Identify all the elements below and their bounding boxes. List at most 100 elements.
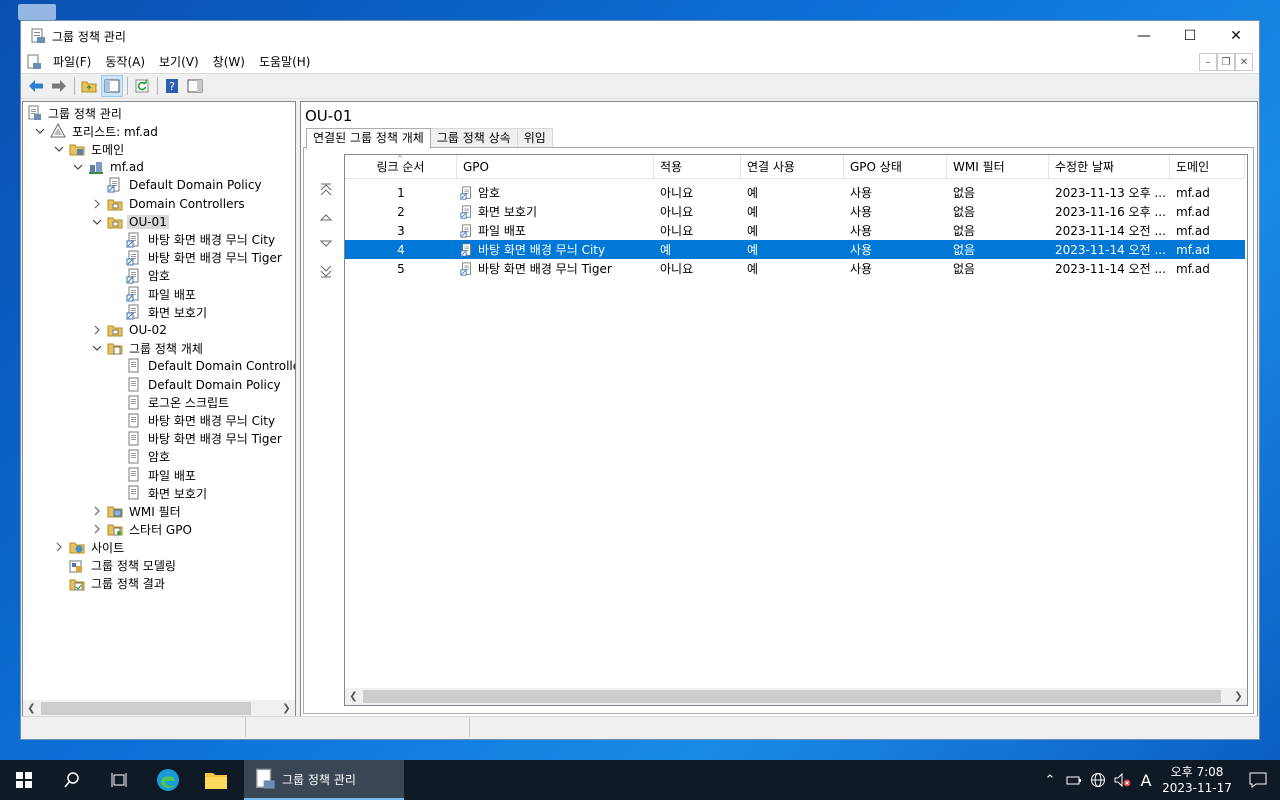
collapsed-chevron-icon[interactable] (90, 323, 104, 337)
tree-item[interactable]: Domain Controllers (90, 195, 247, 213)
move-down-button[interactable] (316, 230, 336, 257)
linked-gpo-list[interactable]: 링크 순서 ^ GPO 적용 연결 사용 GPO 상태 WMI 필터 수정한 날짜 도메인 1 암… (344, 154, 1248, 706)
list-horizontal-scrollbar[interactable]: ❮ ❯ (345, 688, 1247, 705)
table-row[interactable]: 3 파일 배포 아니요 예 사용 없음 2023-11-14 오전 ... mf.ad (345, 221, 1245, 240)
list-scroll-left-icon[interactable]: ❮ (345, 691, 362, 702)
tree-item[interactable]: 바탕 화면 배경 무늬 City (109, 412, 277, 430)
help-button[interactable]: ? (161, 75, 183, 97)
expanded-chevron-icon[interactable] (71, 160, 85, 174)
tree-item[interactable]: OU-02 (90, 321, 169, 339)
tree-item[interactable]: OU-01 (90, 213, 169, 231)
tree-item[interactable]: 암호 (109, 267, 172, 285)
tree-item[interactable]: 그룹 정책 모델링 (52, 557, 178, 575)
column-header[interactable]: GPO 상태 (844, 155, 947, 179)
tree-item[interactable]: 포리스트: mf.ad (33, 122, 160, 140)
move-up-button[interactable] (316, 203, 336, 230)
child-close-button[interactable]: ✕ (1235, 53, 1253, 71)
clock[interactable]: 오후 7:08 2023-11-17 (1158, 764, 1236, 796)
tree-item[interactable]: 파일 배포 (109, 466, 198, 484)
menu-file[interactable]: 파일(F) (46, 51, 98, 73)
collapsed-chevron-icon[interactable] (90, 504, 104, 518)
list-scroll-right-icon[interactable]: ❯ (1230, 691, 1247, 702)
expanded-chevron-icon[interactable] (90, 341, 104, 355)
scroll-left-icon[interactable]: ❮ (23, 703, 40, 714)
back-button[interactable] (25, 75, 47, 97)
expanded-chevron-icon[interactable] (52, 142, 66, 156)
column-header[interactable]: 수정한 날짜 (1049, 155, 1170, 179)
list-scroll-thumb[interactable] (363, 690, 1221, 703)
task-view-button[interactable] (96, 760, 144, 800)
tab-delegation[interactable]: 위임 (516, 128, 553, 148)
tab-linked-gpos[interactable]: 연결된 그룹 정책 개체 (306, 128, 431, 149)
up-folder-button[interactable] (78, 75, 100, 97)
tree-item[interactable]: 사이트 (52, 538, 126, 556)
collapsed-chevron-icon[interactable] (52, 540, 66, 554)
globe-icon[interactable] (1086, 760, 1110, 800)
tree-item[interactable]: 바탕 화면 배경 무늬 Tiger (109, 430, 284, 448)
column-header[interactable]: 연결 사용 (741, 155, 844, 179)
table-row[interactable]: 1 암호 아니요 예 사용 없음 2023-11-13 오후 ... mf.ad (345, 183, 1245, 202)
collapsed-chevron-icon[interactable] (90, 197, 104, 211)
menu-action[interactable]: 동작(A) (98, 51, 152, 73)
table-row[interactable]: 2 화면 보호기 아니요 예 사용 없음 2023-11-16 오후 ... mf.ad (345, 202, 1245, 221)
table-row[interactable]: 5 바탕 화면 배경 무늬 Tiger 아니요 예 사용 없음 2023-11-14 오전 … (345, 259, 1245, 278)
tree-item[interactable]: WMI 필터 (90, 502, 183, 520)
tree-item[interactable]: Default Domain Policy (90, 176, 264, 194)
maximize-button[interactable]: ☐ (1167, 21, 1213, 51)
close-button[interactable]: ✕ (1213, 21, 1259, 51)
column-header[interactable]: GPO (457, 155, 654, 179)
scroll-right-icon[interactable]: ❯ (278, 703, 295, 714)
ime-indicator[interactable]: A (1134, 760, 1158, 800)
column-header[interactable]: 링크 순서 ^ (345, 155, 457, 179)
show-hide-tree-button[interactable] (101, 75, 123, 97)
tree-item[interactable]: 바탕 화면 배경 무늬 City (109, 231, 277, 249)
tab-gp-inheritance[interactable]: 그룹 정책 상속 (429, 128, 518, 148)
scroll-thumb[interactable] (41, 702, 251, 715)
child-minimize-button[interactable]: – (1199, 53, 1217, 71)
gpm-taskbar-button[interactable]: 그룹 정책 관리 (244, 760, 404, 800)
move-to-bottom-button[interactable] (316, 257, 336, 284)
collapsed-chevron-icon[interactable] (90, 522, 104, 536)
show-hidden-icons-chevron-icon[interactable]: ⌃ (1038, 760, 1062, 800)
tree-item[interactable]: 그룹 정책 결과 (52, 575, 167, 593)
file-explorer-taskbar-button[interactable] (192, 760, 240, 800)
tree-item[interactable]: 파일 배포 (109, 285, 198, 303)
tree-item[interactable]: 로그온 스크립트 (109, 394, 231, 412)
tree-item[interactable]: 암호 (109, 448, 172, 466)
tree-item[interactable]: 도메인 (52, 140, 126, 158)
start-button[interactable] (0, 760, 48, 800)
show-hide-action-pane-button[interactable] (184, 75, 206, 97)
console-icon[interactable] (26, 54, 42, 70)
tree-item[interactable]: Default Domain Controllers (109, 357, 295, 375)
minimize-button[interactable]: — (1121, 21, 1167, 51)
desktop-recycle-bin-icon[interactable] (18, 4, 56, 20)
menu-window[interactable]: 창(W) (206, 51, 252, 73)
edge-taskbar-button[interactable] (144, 760, 192, 800)
table-row[interactable]: 4 바탕 화면 배경 무늬 City 예 예 사용 없음 2023-11-14 오전 ...… (345, 240, 1245, 259)
tree-item[interactable]: 그룹 정책 관리 (26, 104, 124, 122)
menu-help[interactable]: 도움말(H) (252, 51, 318, 73)
tree-item[interactable]: 바탕 화면 배경 무늬 Tiger (109, 249, 284, 267)
tree-item[interactable]: 그룹 정책 개체 (90, 339, 205, 357)
notification-center-button[interactable] (1236, 760, 1280, 800)
expanded-chevron-icon[interactable] (33, 124, 47, 138)
title-bar: 그룹 정책 관리 — ☐ ✕ (21, 21, 1259, 51)
tree-item[interactable]: 화면 보호기 (109, 484, 209, 502)
battery-network-icon[interactable] (1062, 760, 1086, 800)
tree-horizontal-scrollbar[interactable]: ❮ ❯ (23, 700, 295, 717)
expanded-chevron-icon[interactable] (90, 215, 104, 229)
menu-view[interactable]: 보기(V) (152, 51, 206, 73)
move-to-top-button[interactable] (316, 176, 336, 203)
refresh-button[interactable] (131, 75, 153, 97)
column-header[interactable]: 적용 (654, 155, 741, 179)
column-header[interactable]: 도메인 (1170, 155, 1245, 179)
tree-item[interactable]: 화면 보호기 (109, 303, 209, 321)
tree-item[interactable]: mf.ad (71, 158, 146, 176)
tree-item[interactable]: Default Domain Policy (109, 376, 283, 394)
tree-item[interactable]: 스타터 GPO (90, 520, 194, 538)
column-header[interactable]: WMI 필터 (947, 155, 1049, 179)
search-button[interactable] (48, 760, 96, 800)
forward-button[interactable] (48, 75, 70, 97)
volume-muted-icon[interactable] (1110, 760, 1134, 800)
child-restore-button[interactable]: ❐ (1217, 53, 1235, 71)
